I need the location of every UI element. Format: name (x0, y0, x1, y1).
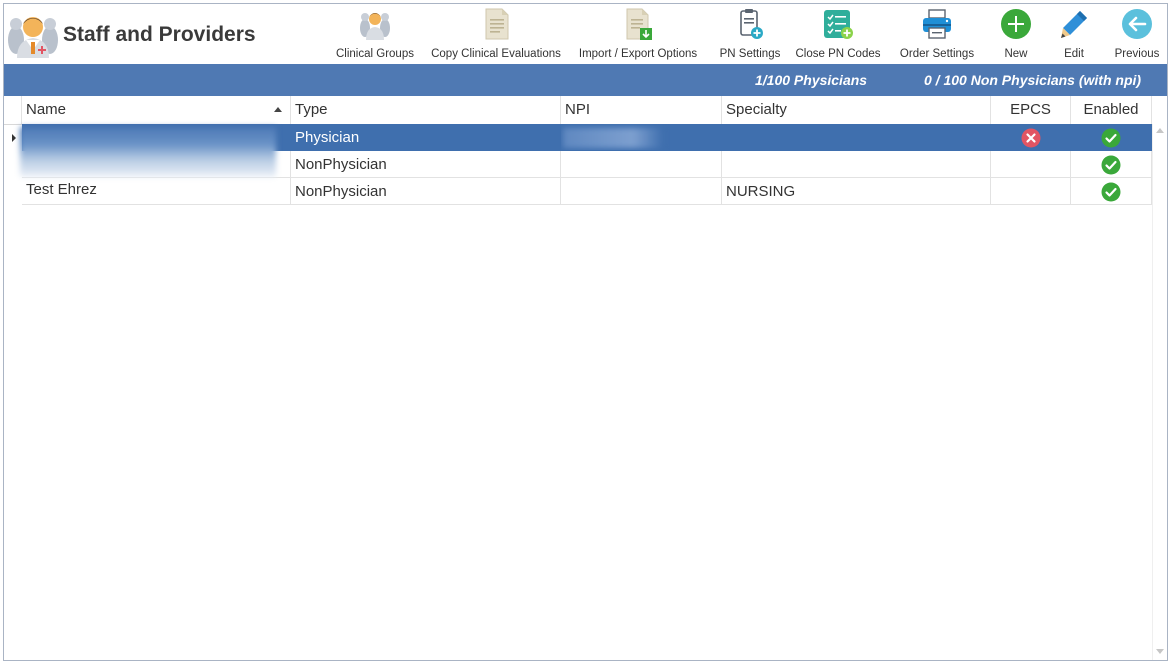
column-header-name[interactable]: Name (22, 96, 291, 124)
column-header-npi[interactable]: NPI (561, 96, 722, 124)
providers-grid: Name Type NPI Specialty EPCS Enabled Phy… (4, 96, 1167, 660)
cell-npi[interactable] (561, 178, 722, 205)
column-header-enabled[interactable]: Enabled (1071, 96, 1152, 124)
cell-epcs[interactable] (991, 124, 1071, 151)
edit-label: Edit (1064, 48, 1084, 60)
redacted-npi (563, 128, 663, 148)
order-settings-button[interactable]: Order Settings (894, 6, 980, 62)
sort-ascending-icon (274, 107, 282, 112)
previous-button[interactable]: Previous (1107, 6, 1167, 62)
column-header-epcs[interactable]: EPCS (991, 96, 1071, 124)
column-header-type[interactable]: Type (291, 96, 561, 124)
import-export-options-label: Import / Export Options (578, 48, 698, 60)
page-title: Staff and Providers (63, 23, 256, 46)
redacted-names (20, 127, 276, 177)
clinical-groups-button[interactable]: Clinical Groups (331, 6, 419, 62)
import-export-icon (626, 8, 652, 40)
cell-epcs[interactable] (991, 151, 1071, 178)
physicians-count: 1/100 Physicians (755, 72, 868, 88)
back-arrow-icon (1122, 9, 1152, 39)
enabled-check-icon (1101, 182, 1121, 202)
column-header-specialty[interactable]: Specialty (722, 96, 991, 124)
cell-specialty[interactable] (722, 124, 991, 151)
enabled-check-icon (1101, 155, 1121, 175)
close-pn-codes-button[interactable]: Close PN Codes (792, 6, 884, 62)
clinical-groups-icon (360, 13, 390, 40)
scroll-down-arrow-icon[interactable] (1156, 649, 1164, 654)
cell-specialty[interactable] (722, 151, 991, 178)
printer-icon (923, 9, 951, 39)
non-physicians-count: 0 / 100 Non Physicians (with npi) (924, 72, 1142, 88)
cell-npi[interactable] (561, 151, 722, 178)
previous-label: Previous (1114, 48, 1160, 60)
pn-settings-label: PN Settings (719, 48, 781, 60)
cell-enabled[interactable] (1071, 178, 1152, 205)
enabled-check-icon (1101, 128, 1121, 148)
vertical-scrollbar[interactable] (1152, 124, 1167, 660)
checklist-add-icon (824, 10, 853, 39)
column-header-name-label: Name (26, 101, 67, 118)
copy-clinical-evaluations-button[interactable]: Copy Clinical Evaluations (426, 6, 566, 62)
cell-type[interactable]: NonPhysician (291, 151, 561, 178)
close-pn-codes-label: Close PN Codes (795, 48, 881, 60)
cell-name[interactable]: Test Ehrez (22, 178, 291, 205)
clipboard-settings-icon (740, 9, 763, 39)
header-bar: Staff and Providers Clinical Groups Copy… (4, 4, 1167, 64)
license-status-bar: 1/100 Physicians 0 / 100 Non Physicians … (4, 64, 1167, 96)
cell-specialty[interactable]: NURSING (722, 178, 991, 205)
scroll-up-arrow-icon[interactable] (1156, 128, 1164, 133)
clinical-groups-label: Clinical Groups (336, 48, 414, 60)
table-row[interactable]: Test Ehrez NonPhysician NURSING (4, 178, 1152, 205)
plus-circle-icon (1001, 9, 1031, 39)
import-export-options-button[interactable]: Import / Export Options (570, 6, 706, 62)
order-settings-label: Order Settings (899, 48, 975, 60)
row-indicator-header (4, 96, 22, 124)
cell-epcs[interactable] (991, 178, 1071, 205)
document-copy-icon (485, 8, 509, 40)
edit-button[interactable]: Edit (1048, 6, 1100, 62)
pn-settings-button[interactable]: PN Settings (710, 6, 790, 62)
cell-type[interactable]: NonPhysician (291, 178, 561, 205)
staff-providers-logo-icon (8, 17, 58, 58)
new-button[interactable]: New (990, 6, 1042, 62)
cell-enabled[interactable] (1071, 151, 1152, 178)
cell-npi[interactable] (561, 124, 722, 151)
new-label: New (1004, 48, 1028, 60)
cell-enabled[interactable] (1071, 124, 1152, 151)
staff-providers-window: Staff and Providers Clinical Groups Copy… (3, 3, 1168, 661)
cell-type[interactable]: Physician (291, 124, 561, 151)
pencil-icon (1061, 11, 1087, 38)
copy-clinical-evaluations-label: Copy Clinical Evaluations (431, 48, 561, 60)
grid-header: Name Type NPI Specialty EPCS Enabled (4, 96, 1167, 125)
current-row-arrow-icon (12, 134, 16, 142)
disabled-x-icon (1021, 128, 1040, 148)
